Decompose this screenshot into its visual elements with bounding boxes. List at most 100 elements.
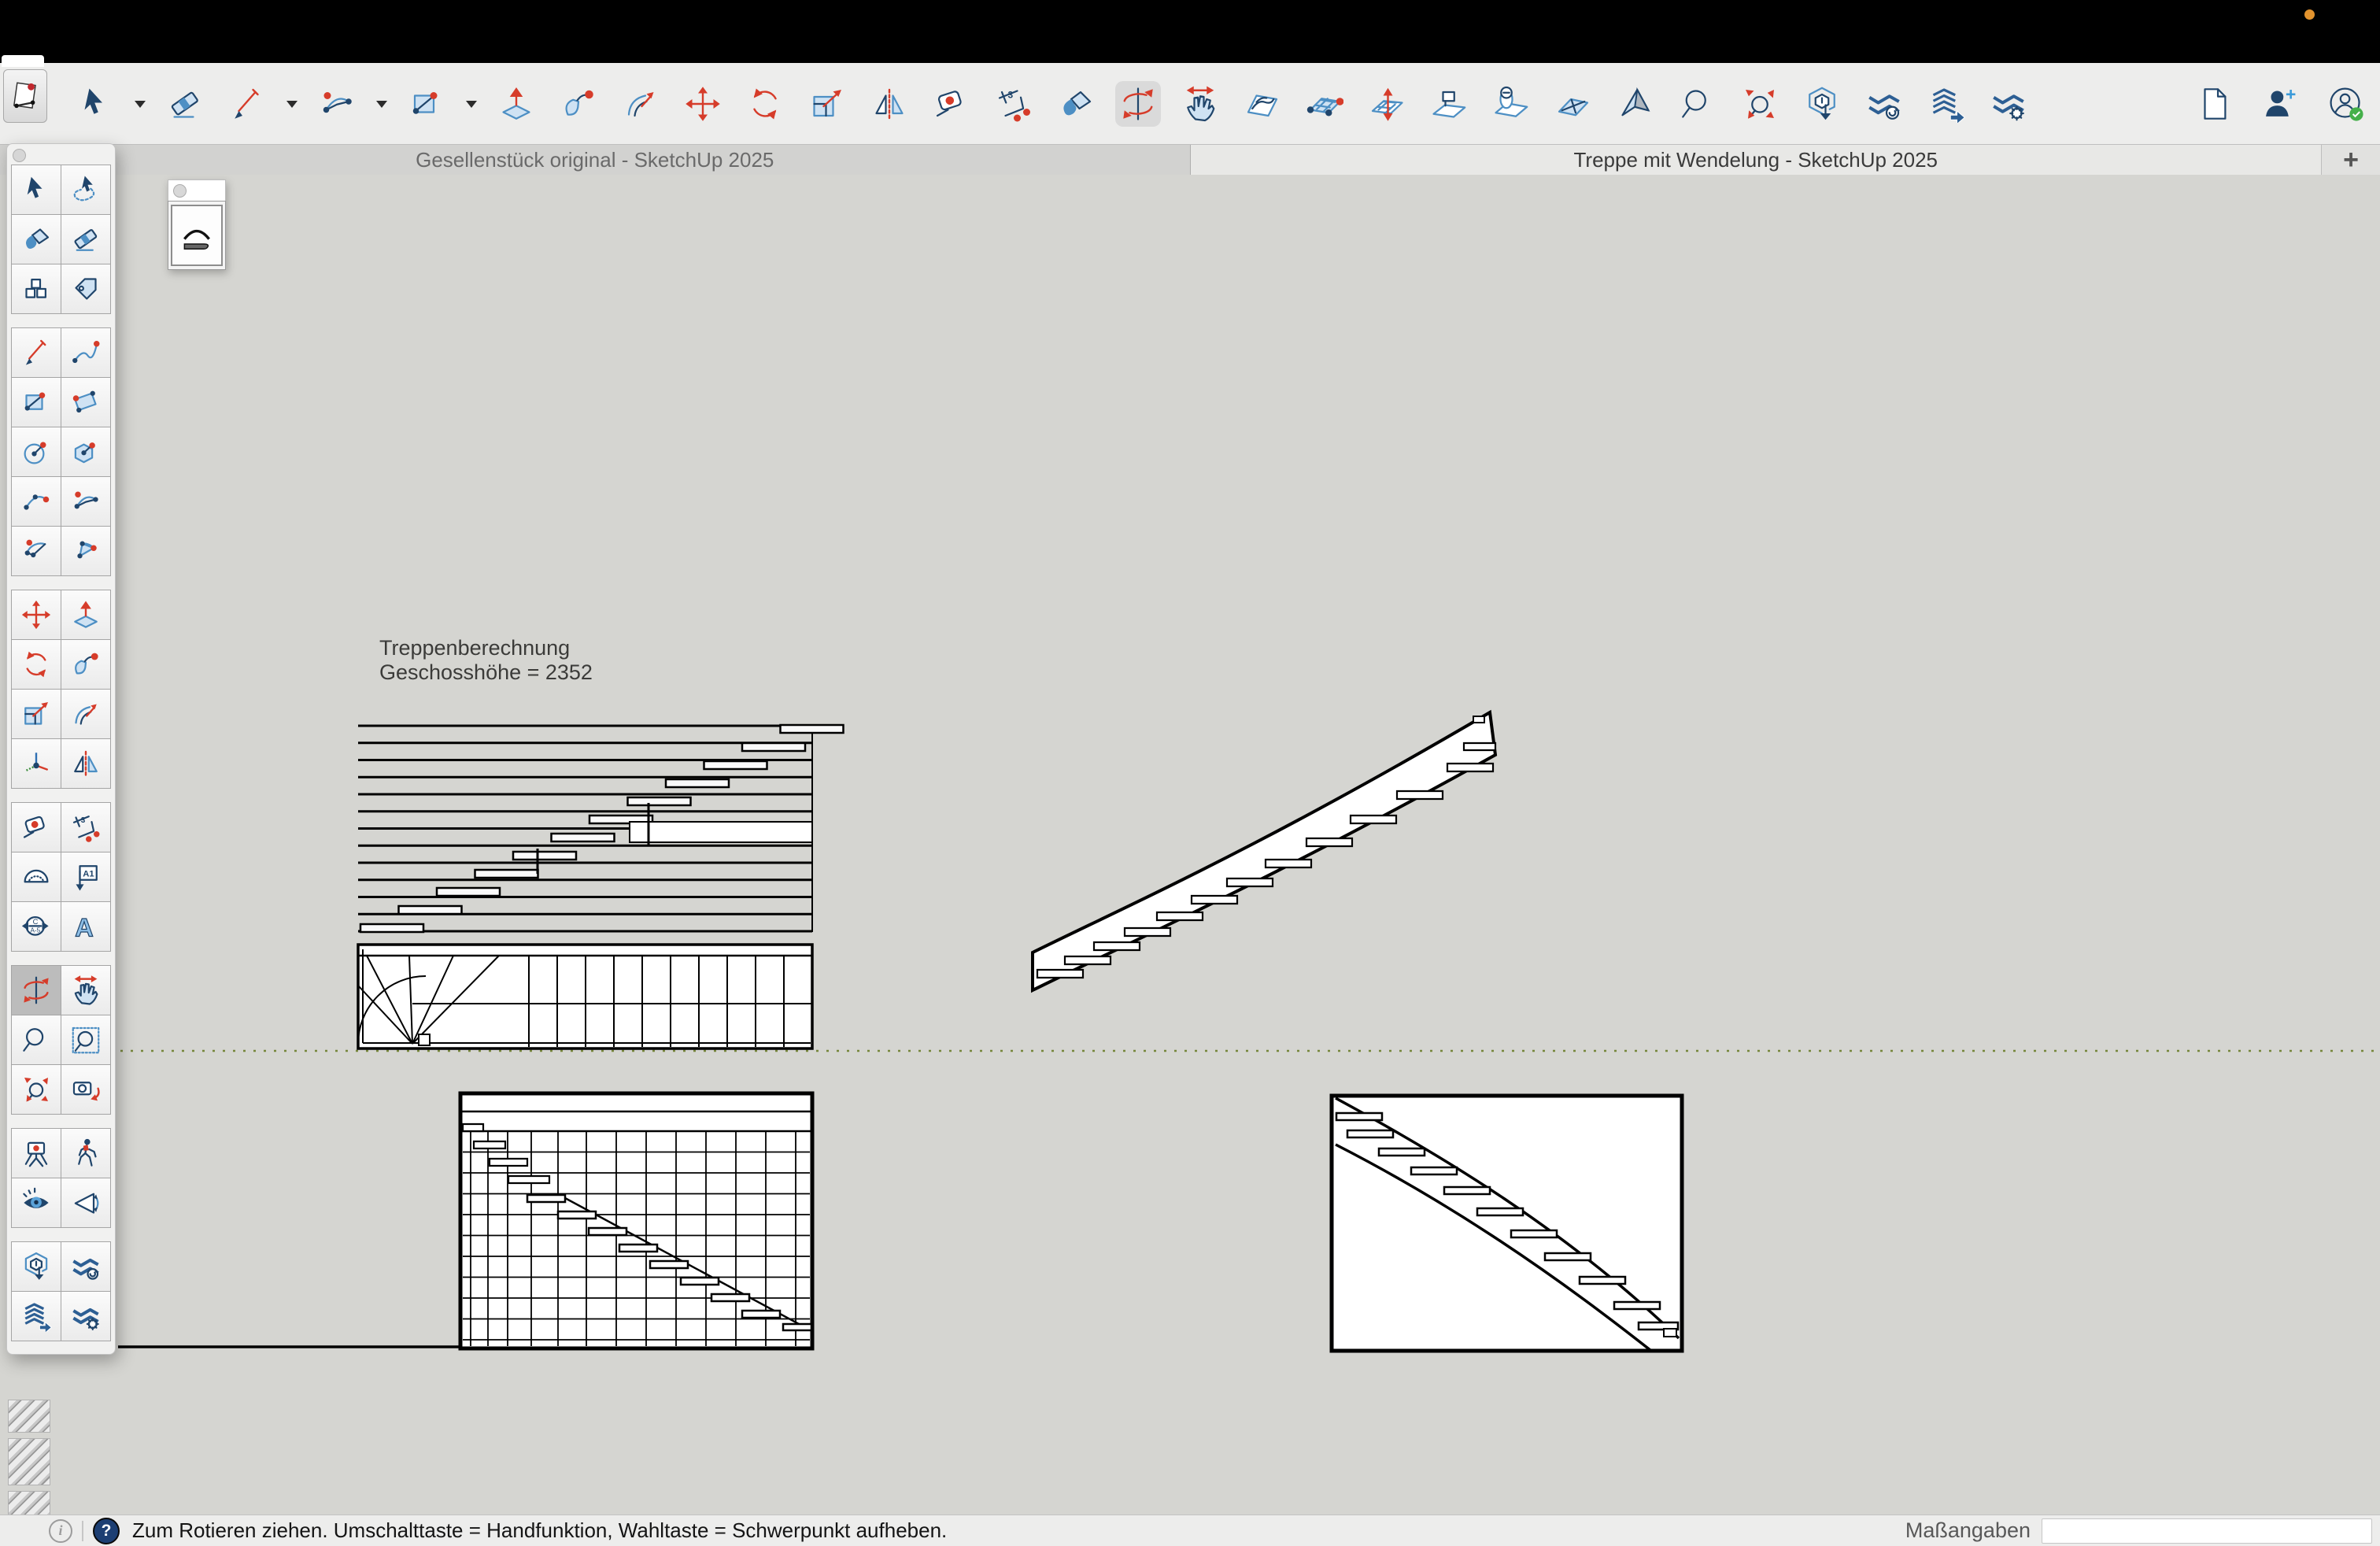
rotate-tool[interactable]: [12, 640, 61, 689]
3d-text-tool[interactable]: A: [61, 902, 110, 951]
component-thumbnail-stringer[interactable]: [8, 1438, 50, 1485]
export-layers[interactable]: [12, 1292, 61, 1341]
system-menubar: [0, 0, 2380, 63]
tape-measure-tool[interactable]: [929, 81, 974, 127]
model-download[interactable]: [1799, 81, 1845, 127]
line-tool[interactable]: [12, 328, 61, 377]
arc-3pt-tool[interactable]: [61, 477, 110, 526]
line-tool[interactable]: [224, 81, 270, 127]
eraser-tool[interactable]: [61, 215, 110, 264]
account-avatar[interactable]: [2323, 81, 2369, 127]
orbit-tool[interactable]: [12, 966, 61, 1015]
offset-tool[interactable]: [61, 690, 110, 738]
palette-header[interactable]: [9, 146, 113, 165]
section-plane-tool[interactable]: CA-5: [12, 902, 61, 951]
arc-2pt-tool[interactable]: [12, 477, 61, 526]
axes-tool[interactable]: [12, 739, 61, 788]
component-thumbnail-gear[interactable]: [8, 1400, 50, 1433]
tab-treppe-mit-wendelung[interactable]: Treppe mit Wendelung - SketchUp 2025: [1191, 145, 2322, 175]
layer-settings[interactable]: [1986, 81, 2031, 127]
zoom-tool[interactable]: [1675, 81, 1720, 127]
flip-tool[interactable]: [867, 81, 912, 127]
close-icon[interactable]: [173, 184, 187, 198]
add-detail-tool[interactable]: [1488, 81, 1534, 127]
rectangle-tool[interactable]: [404, 81, 449, 127]
look-around-tool[interactable]: [12, 1178, 61, 1227]
dropdown-caret-icon[interactable]: [376, 101, 387, 113]
measurements-input[interactable]: [2042, 1518, 2372, 1544]
drape-tool[interactable]: [1613, 81, 1658, 127]
freehand-tool[interactable]: [61, 328, 110, 377]
paint-bucket-tool[interactable]: [12, 215, 61, 264]
dropdown-caret-icon[interactable]: [135, 101, 146, 113]
text-tool[interactable]: A1: [61, 853, 110, 901]
offset-tool[interactable]: [618, 81, 663, 127]
info-icon[interactable]: i: [49, 1519, 72, 1543]
circle-tool[interactable]: [12, 427, 61, 476]
divider: [82, 1521, 83, 1541]
sandbox-from-contours[interactable]: [1240, 81, 1285, 127]
dropdown-caret-icon[interactable]: [286, 101, 298, 113]
scale-tool[interactable]: [804, 81, 850, 127]
scale-tool[interactable]: [12, 690, 61, 738]
tape-measure-tool[interactable]: [12, 803, 61, 852]
layer-settings[interactable]: [61, 1292, 110, 1341]
pan-tool[interactable]: [61, 966, 110, 1015]
position-camera-tool[interactable]: [12, 1129, 61, 1178]
dimension-tool[interactable]: 3: [61, 803, 110, 852]
flip-edge-tool[interactable]: [1550, 81, 1596, 127]
rotate-tool[interactable]: [742, 81, 788, 127]
sandbox-from-scratch[interactable]: [1302, 81, 1347, 127]
flip-tool[interactable]: [61, 739, 110, 788]
polygon-tool[interactable]: [61, 427, 110, 476]
app-logo-icon[interactable]: [3, 69, 47, 123]
lasso-tool[interactable]: [61, 165, 110, 214]
follow-me-tool[interactable]: [556, 81, 601, 127]
zoom-tool[interactable]: [12, 1015, 61, 1064]
stamp-tool[interactable]: [1426, 81, 1472, 127]
walk-tool[interactable]: [61, 1129, 110, 1178]
push-pull-tool[interactable]: [61, 590, 110, 639]
new-tab-button[interactable]: +: [2321, 145, 2380, 175]
add-collaborator[interactable]: [2257, 81, 2303, 127]
arc-profile-tool[interactable]: [171, 205, 223, 266]
zoom-extents-tool[interactable]: [1737, 81, 1783, 127]
rotated-rectangle-tool[interactable]: [61, 378, 110, 427]
tab-gesellenstueck[interactable]: Gesellenstück original - SketchUp 2025: [0, 145, 1191, 175]
model-download[interactable]: [12, 1242, 61, 1291]
move-tool[interactable]: [680, 81, 726, 127]
paint-bucket-tool[interactable]: [1053, 81, 1099, 127]
previous-view-tool[interactable]: [61, 1065, 110, 1114]
sync-layers[interactable]: [61, 1242, 110, 1291]
model-canvas[interactable]: Treppenberechnung Geschosshöhe = 2352: [0, 175, 2380, 1515]
drawing-curved-stringer: [1033, 712, 1495, 990]
push-pull-tool[interactable]: [493, 81, 539, 127]
export-layers[interactable]: [1924, 81, 1969, 127]
dimension-tool[interactable]: 3: [991, 81, 1037, 127]
mini-panel-header[interactable]: [168, 179, 226, 201]
eraser-tool[interactable]: [162, 81, 208, 127]
pan-tool[interactable]: [1177, 81, 1223, 127]
tag-tool[interactable]: [61, 264, 110, 313]
select-tool[interactable]: [12, 165, 61, 214]
close-icon[interactable]: [13, 149, 26, 162]
zoom-window-tool[interactable]: [61, 1015, 110, 1064]
drawing-curved-flight-plan: [1332, 1096, 1682, 1351]
smoove-tool[interactable]: [1364, 81, 1410, 127]
dropdown-caret-icon[interactable]: [466, 101, 477, 113]
help-question-icon[interactable]: ?: [93, 1518, 120, 1544]
new-document[interactable]: [2191, 81, 2237, 127]
zoom-extents-tool[interactable]: [12, 1065, 61, 1114]
orbit-tool[interactable]: [1115, 81, 1161, 127]
follow-me-tool[interactable]: [61, 640, 110, 689]
arc-center-tool[interactable]: [12, 527, 61, 575]
move-tool[interactable]: [12, 590, 61, 639]
protractor-tool[interactable]: [12, 853, 61, 901]
rectangle-tool[interactable]: [12, 378, 61, 427]
pie-tool[interactable]: [61, 527, 110, 575]
field-of-view-tool[interactable]: [61, 1178, 110, 1227]
select-tool[interactable]: [72, 81, 118, 127]
arc-tool[interactable]: [314, 81, 360, 127]
components-tool[interactable]: [12, 264, 61, 313]
sync-layers[interactable]: [1861, 81, 1907, 127]
